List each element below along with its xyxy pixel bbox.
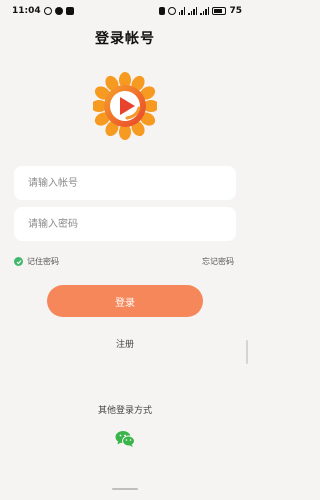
other-login-label: 其他登录方式: [97, 406, 152, 416]
password-input[interactable]: [14, 207, 236, 241]
account-input[interactable]: [14, 166, 236, 200]
status-bar: 11:04 75: [0, 0, 250, 22]
register-link[interactable]: 注册: [0, 337, 250, 350]
remember-label: 记住密码: [27, 257, 59, 266]
page-title: 登录帐号: [95, 31, 155, 47]
signal-icon: [200, 7, 210, 15]
check-icon: [14, 257, 23, 266]
remember-password-toggle[interactable]: 记住密码: [14, 256, 59, 267]
message-icon: [65, 7, 74, 15]
alarm-icon: [167, 7, 176, 15]
status-right: 75: [158, 6, 242, 16]
status-time: 11:04: [12, 6, 41, 16]
sunflower-play-logo: [93, 72, 157, 140]
ring-icon: [43, 7, 52, 15]
dot-icon: [54, 7, 63, 15]
forgot-password-link[interactable]: 忘记密码: [202, 256, 234, 267]
login-screen: 11:04 75 登录帐号 请输入帐号 记住密码 忘记密码 登录 注册 其他登录…: [0, 0, 250, 500]
signal-icon: [188, 7, 198, 15]
wechat-icon[interactable]: [115, 430, 135, 448]
status-left: 11:04: [12, 6, 74, 16]
home-indicator[interactable]: [112, 488, 138, 490]
battery-icon: [212, 7, 227, 15]
battery-level: 75: [229, 6, 242, 16]
vibrate-icon: [158, 7, 165, 15]
login-button[interactable]: 登录: [47, 285, 203, 317]
wifi-icon: [178, 7, 186, 15]
scrollbar: [246, 340, 248, 364]
